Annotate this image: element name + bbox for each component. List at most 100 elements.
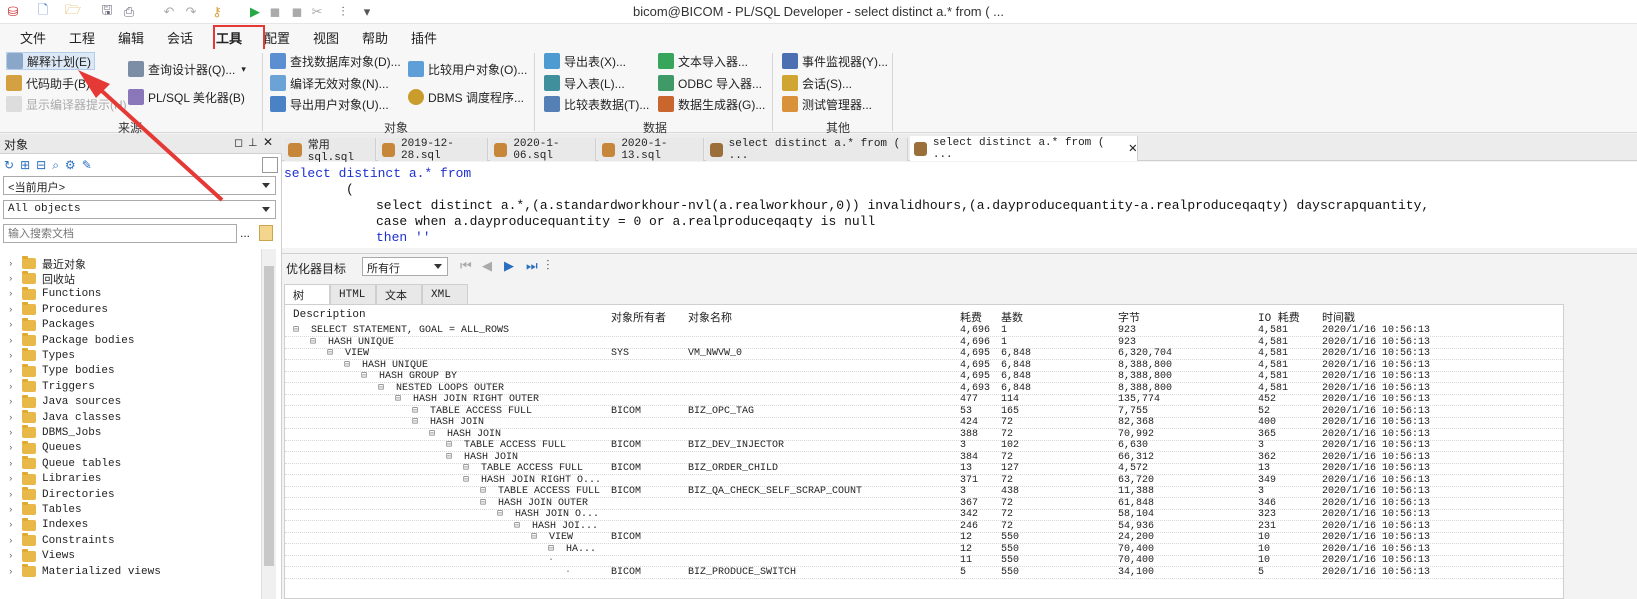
dbms-scheduler-button[interactable]: DBMS 调度程序... <box>408 88 524 106</box>
collapse-node-icon[interactable]: · <box>548 555 554 567</box>
collapse-node-icon[interactable]: ⊟ <box>463 475 469 487</box>
plan-step-description[interactable]: VIEW <box>345 348 369 360</box>
filter-icon[interactable]: ⚙ <box>65 158 76 172</box>
tree-item[interactable]: › Directories <box>8 487 115 502</box>
tab-text[interactable]: 文本 <box>376 284 422 304</box>
expand-arrow-icon[interactable]: › <box>8 397 18 407</box>
collapse-node-icon[interactable]: ⊟ <box>344 360 350 372</box>
plan-step-description[interactable]: HA... <box>566 544 596 556</box>
tree-item[interactable]: › Procedures <box>8 302 108 317</box>
plan-step-description[interactable]: NESTED LOOPS OUTER <box>396 383 504 395</box>
tree-item[interactable]: › 最近对象 <box>8 256 86 272</box>
plan-step-description[interactable]: HASH JOIN <box>447 429 501 441</box>
expand-arrow-icon[interactable]: › <box>8 551 18 561</box>
test-manager-button[interactable]: 测试管理器... <box>782 95 872 113</box>
menu-view[interactable]: 视图 <box>313 28 339 47</box>
tab-tree[interactable]: 树 <box>284 284 330 304</box>
menu-file[interactable]: 文件 <box>20 28 46 47</box>
collapse-node-icon[interactable]: · <box>565 567 571 579</box>
plan-step-description[interactable]: HASH JOIN RIGHT OUTER <box>413 394 539 406</box>
tree-item[interactable]: › Tables <box>8 502 82 517</box>
collapse-icon[interactable]: ⊟ <box>36 158 46 172</box>
tab-xml[interactable]: XML <box>422 284 468 304</box>
object-filter-select[interactable]: All objects <box>3 200 276 219</box>
plan-step-description[interactable]: HASH UNIQUE <box>362 360 428 372</box>
options-checkbox[interactable] <box>262 157 278 173</box>
tree-item[interactable]: › Queue tables <box>8 456 121 471</box>
export-tables-button[interactable]: 导出表(X)... <box>544 52 626 70</box>
collapse-node-icon[interactable]: ⊟ <box>531 532 537 544</box>
explain-plan-button[interactable]: 解释计划(E) <box>6 52 95 70</box>
col-owner[interactable]: 对象所有者 <box>611 309 666 325</box>
plan-step-description[interactable]: HASH JOIN <box>464 452 518 464</box>
tree-item[interactable]: › 回收站 <box>8 271 75 287</box>
expand-arrow-icon[interactable]: › <box>8 567 18 577</box>
tree-scrollbar[interactable] <box>261 249 276 599</box>
new-document-icon[interactable] <box>259 225 273 241</box>
expand-arrow-icon[interactable]: › <box>8 336 18 346</box>
col-cost[interactable]: 耗费 <box>960 309 982 325</box>
plan-step-description[interactable]: HASH JOIN RIGHT O... <box>481 475 601 487</box>
expand-arrow-icon[interactable]: › <box>8 305 18 315</box>
expand-arrow-icon[interactable]: › <box>8 505 18 515</box>
tree-item[interactable]: › Packages <box>8 317 95 333</box>
plan-step-description[interactable]: TABLE ACCESS FULL <box>430 406 532 418</box>
expand-arrow-icon[interactable]: › <box>8 443 18 453</box>
tab-2020-1-13[interactable]: 2020-1-13.sql <box>598 138 704 162</box>
restore-icon[interactable]: ◻ <box>234 136 243 149</box>
expand-icon[interactable]: ⊞ <box>20 158 30 172</box>
plan-step-description[interactable]: SELECT STATEMENT, GOAL = ALL_ROWS <box>311 325 509 337</box>
refresh-icon[interactable]: ↻ <box>4 158 14 172</box>
collapse-node-icon[interactable]: ⊟ <box>446 440 452 452</box>
expand-arrow-icon[interactable]: › <box>8 490 18 500</box>
optimizer-goal-select[interactable]: 所有行 <box>362 257 448 276</box>
text-importer-button[interactable]: 文本导入器... <box>658 52 748 70</box>
expand-arrow-icon[interactable]: › <box>8 413 18 423</box>
collapse-node-icon[interactable]: ⊟ <box>463 463 469 475</box>
tree-item[interactable]: › Types <box>8 348 75 363</box>
tree-item[interactable]: › Triggers <box>8 379 95 394</box>
previous-icon[interactable]: ◀ <box>482 258 492 274</box>
collapse-node-icon[interactable]: ⊟ <box>514 521 520 533</box>
plan-step-description[interactable]: HASH JOIN O... <box>515 509 599 521</box>
menu-session[interactable]: 会话 <box>167 28 193 47</box>
tree-item[interactable]: › DBMS_Jobs <box>8 425 101 440</box>
collapse-node-icon[interactable]: ⊟ <box>412 406 418 418</box>
tree-item[interactable]: › Functions <box>8 286 101 302</box>
expand-arrow-icon[interactable]: › <box>8 459 18 469</box>
col-timestamp[interactable]: 时间戳 <box>1322 309 1355 325</box>
scrollbar-thumb[interactable] <box>264 266 274 566</box>
menu-edit[interactable]: 编辑 <box>118 28 144 47</box>
tab-2020-1-06[interactable]: 2020-1-06.sql <box>490 138 596 162</box>
collapse-node-icon[interactable]: ⊟ <box>548 544 554 556</box>
col-bytes[interactable]: 字节 <box>1118 309 1140 325</box>
data-generator-button[interactable]: 数据生成器(G)... <box>658 95 765 113</box>
tab-2019-12-28[interactable]: 2019-12-28.sql <box>378 138 488 162</box>
tree-item[interactable]: › Queues <box>8 440 82 456</box>
collapse-node-icon[interactable]: ⊟ <box>395 394 401 406</box>
collapse-node-icon[interactable]: ⊟ <box>412 417 418 429</box>
plan-step-description[interactable]: TABLE ACCESS FULL <box>481 463 583 475</box>
col-object-name[interactable]: 对象名称 <box>688 309 732 325</box>
code-assistant-button[interactable]: 代码助手(B) <box>6 74 90 92</box>
tree-item[interactable]: › Java sources <box>8 394 121 410</box>
plan-step-description[interactable]: HASH GROUP BY <box>379 371 457 383</box>
plan-step-description[interactable]: HASH UNIQUE <box>328 337 394 349</box>
menu-config[interactable]: 配置 <box>264 28 290 47</box>
find-icon[interactable]: ⌕ <box>52 158 59 173</box>
collapse-node-icon[interactable]: ⊟ <box>497 509 503 521</box>
menu-help[interactable]: 帮助 <box>362 28 388 47</box>
expand-arrow-icon[interactable]: › <box>8 274 18 284</box>
compare-table-data-button[interactable]: 比较表数据(T)... <box>544 95 649 113</box>
expand-arrow-icon[interactable]: › <box>8 366 18 376</box>
menu-project[interactable]: 工程 <box>69 28 95 47</box>
tab-html[interactable]: HTML <box>330 284 376 304</box>
expand-arrow-icon[interactable]: › <box>8 382 18 392</box>
sql-editor[interactable]: select distinct a.* from ( select distin… <box>282 162 1637 248</box>
col-io-cost[interactable]: IO 耗费 <box>1258 309 1300 325</box>
expand-arrow-icon[interactable]: › <box>8 259 18 269</box>
col-description[interactable]: Description <box>293 309 366 321</box>
compare-user-objects-button[interactable]: 比较用户对象(O)... <box>408 60 527 78</box>
expand-arrow-icon[interactable]: › <box>8 536 18 546</box>
event-monitor-button[interactable]: 事件监视器(Y)... <box>782 52 888 70</box>
